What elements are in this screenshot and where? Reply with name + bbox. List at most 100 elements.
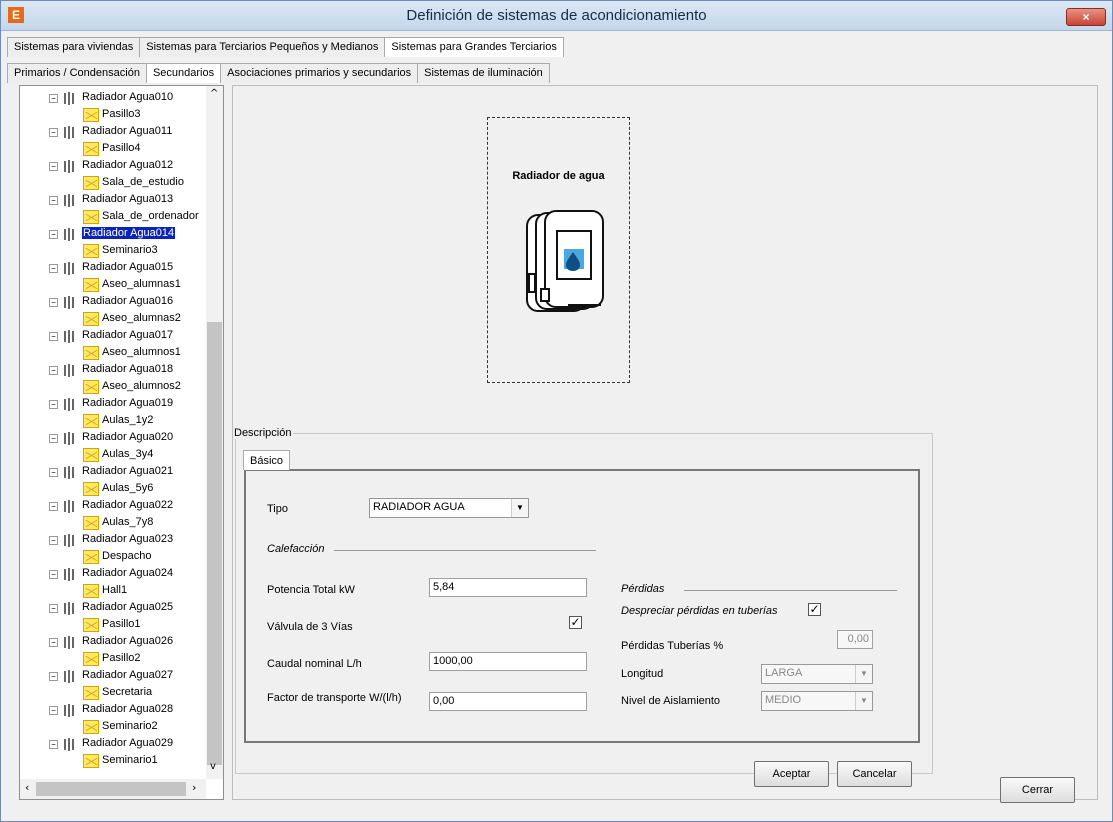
- tree-node-space[interactable]: Aseo_alumnos2: [20, 379, 206, 396]
- tree-node-system[interactable]: − Radiador Agua028: [20, 702, 206, 719]
- collapse-icon[interactable]: −: [49, 400, 58, 409]
- tree-space-label[interactable]: Pasillo2: [102, 652, 141, 664]
- tree-node-space[interactable]: Pasillo4: [20, 141, 206, 158]
- tree-node-space[interactable]: Seminario3: [20, 243, 206, 260]
- tree-node-system[interactable]: − Radiador Agua015: [20, 260, 206, 277]
- tree-space-label[interactable]: Aseo_alumnos2: [102, 380, 181, 392]
- tree-system-label[interactable]: Radiador Agua026: [82, 635, 173, 647]
- tree-node-space[interactable]: Aseo_alumnos1: [20, 345, 206, 362]
- tree-node-space[interactable]: Aulas_1y2: [20, 413, 206, 430]
- scroll-left-icon[interactable]: ‹: [25, 781, 29, 794]
- close-icon[interactable]: ×: [1066, 8, 1106, 26]
- tree-node-system[interactable]: − Radiador Agua024: [20, 566, 206, 583]
- tree-space-label[interactable]: Seminario2: [102, 720, 158, 732]
- tab-viviendas[interactable]: Sistemas para viviendas: [7, 37, 141, 57]
- tree-space-label[interactable]: Aulas_1y2: [102, 414, 153, 426]
- tree-node-space[interactable]: Seminario2: [20, 719, 206, 736]
- tree-node-space[interactable]: Pasillo2: [20, 651, 206, 668]
- tree-node-system[interactable]: − Radiador Agua011: [20, 124, 206, 141]
- secondary-systems-tree[interactable]: − Radiador Agua010 Pasillo3 − Radiador Agua0…: [19, 85, 224, 800]
- close-button[interactable]: Cerrar: [1000, 777, 1075, 803]
- tree-space-label[interactable]: Aulas_5y6: [102, 482, 153, 494]
- collapse-icon[interactable]: −: [49, 230, 58, 239]
- tree-space-label[interactable]: Pasillo3: [102, 108, 141, 120]
- collapse-icon[interactable]: −: [49, 332, 58, 341]
- tree-vertical-scrollbar[interactable]: ^ v: [206, 86, 223, 779]
- collapse-icon[interactable]: −: [49, 638, 58, 647]
- tab-grandes-terciarios[interactable]: Sistemas para Grandes Terciarios: [384, 37, 564, 57]
- tree-space-label[interactable]: Aulas_3y4: [102, 448, 153, 460]
- collapse-icon[interactable]: −: [49, 570, 58, 579]
- valvula-checkbox[interactable]: ✓: [569, 616, 582, 629]
- tree-node-system[interactable]: − Radiador Agua022: [20, 498, 206, 515]
- tree-system-label[interactable]: Radiador Agua022: [82, 499, 173, 511]
- tree-node-space[interactable]: Seminario1: [20, 753, 206, 770]
- tree-node-system[interactable]: − Radiador Agua029: [20, 736, 206, 753]
- tab-primarios[interactable]: Primarios / Condensación: [7, 63, 147, 83]
- collapse-icon[interactable]: −: [49, 502, 58, 511]
- collapse-icon[interactable]: −: [49, 196, 58, 205]
- tree-system-label[interactable]: Radiador Agua019: [82, 397, 173, 409]
- tree-horizontal-thumb[interactable]: [36, 782, 186, 796]
- collapse-icon[interactable]: −: [49, 128, 58, 137]
- tree-node-space[interactable]: Aulas_3y4: [20, 447, 206, 464]
- tree-space-label[interactable]: Aseo_alumnas1: [102, 278, 181, 290]
- tree-node-space[interactable]: Hall1: [20, 583, 206, 600]
- tree-node-system[interactable]: − Radiador Agua013: [20, 192, 206, 209]
- tree-system-label[interactable]: Radiador Agua017: [82, 329, 173, 341]
- tree-space-label[interactable]: Sala_de_ordenador: [102, 210, 199, 222]
- tree-node-space[interactable]: Aseo_alumnas1: [20, 277, 206, 294]
- tab-asociaciones[interactable]: Asociaciones primarios y secundarios: [220, 63, 419, 83]
- tree-node-space[interactable]: Pasillo3: [20, 107, 206, 124]
- tree-space-label[interactable]: Aseo_alumnos1: [102, 346, 181, 358]
- tab-basico[interactable]: Básico: [243, 450, 291, 470]
- tree-node-space[interactable]: Sala_de_estudio: [20, 175, 206, 192]
- tree-node-space[interactable]: Despacho: [20, 549, 206, 566]
- tree-space-label[interactable]: Seminario3: [102, 244, 158, 256]
- tree-system-label[interactable]: Radiador Agua016: [82, 295, 173, 307]
- tree-system-label[interactable]: Radiador Agua012: [82, 159, 173, 171]
- tree-system-label[interactable]: Radiador Agua014: [82, 227, 176, 239]
- tree-system-label[interactable]: Radiador Agua015: [82, 261, 173, 273]
- tab-iluminacion[interactable]: Sistemas de iluminación: [417, 63, 550, 83]
- tree-system-label[interactable]: Radiador Agua013: [82, 193, 173, 205]
- tree-space-label[interactable]: Aulas_7y8: [102, 516, 153, 528]
- scroll-up-icon[interactable]: ^: [210, 88, 218, 99]
- collapse-icon[interactable]: −: [49, 162, 58, 171]
- collapse-icon[interactable]: −: [49, 366, 58, 375]
- tab-terciarios-pequenos[interactable]: Sistemas para Terciarios Pequeños y Medi…: [139, 37, 386, 57]
- tree-space-label[interactable]: Seminario1: [102, 754, 158, 766]
- collapse-icon[interactable]: −: [49, 706, 58, 715]
- tree-node-system[interactable]: − Radiador Agua014: [20, 226, 206, 243]
- tree-node-system[interactable]: − Radiador Agua010: [20, 90, 206, 107]
- cancel-button[interactable]: Cancelar: [837, 761, 912, 787]
- tree-space-label[interactable]: Pasillo1: [102, 618, 141, 630]
- tree-system-label[interactable]: Radiador Agua011: [82, 125, 172, 137]
- collapse-icon[interactable]: −: [49, 298, 58, 307]
- tree-node-space[interactable]: Aulas_5y6: [20, 481, 206, 498]
- tree-space-label[interactable]: Hall1: [102, 584, 127, 596]
- tree-space-label[interactable]: Secretaria: [102, 686, 152, 698]
- tree-system-label[interactable]: Radiador Agua028: [82, 703, 173, 715]
- tipo-select[interactable]: RADIADOR AGUA ▼: [369, 498, 529, 518]
- collapse-icon[interactable]: −: [49, 740, 58, 749]
- tree-space-label[interactable]: Aseo_alumnas2: [102, 312, 181, 324]
- factor-field[interactable]: 0,00: [429, 692, 587, 711]
- scroll-right-icon[interactable]: ›: [192, 781, 196, 794]
- tree-system-label[interactable]: Radiador Agua021: [82, 465, 173, 477]
- tree-node-space[interactable]: Aseo_alumnas2: [20, 311, 206, 328]
- tree-node-system[interactable]: − Radiador Agua017: [20, 328, 206, 345]
- tree-node-system[interactable]: − Radiador Agua016: [20, 294, 206, 311]
- tree-node-system[interactable]: − Radiador Agua021: [20, 464, 206, 481]
- tree-system-label[interactable]: Radiador Agua024: [82, 567, 173, 579]
- scroll-down-icon[interactable]: v: [210, 761, 216, 772]
- collapse-icon[interactable]: −: [49, 604, 58, 613]
- collapse-icon[interactable]: −: [49, 468, 58, 477]
- collapse-icon[interactable]: −: [49, 536, 58, 545]
- tree-node-system[interactable]: − Radiador Agua026: [20, 634, 206, 651]
- tree-horizontal-scrollbar[interactable]: ‹ ›: [20, 779, 206, 799]
- chevron-down-icon[interactable]: ▼: [511, 499, 528, 517]
- tree-node-system[interactable]: − Radiador Agua027: [20, 668, 206, 685]
- tree-space-label[interactable]: Pasillo4: [102, 142, 141, 154]
- tree-node-space[interactable]: Sala_de_ordenador: [20, 209, 206, 226]
